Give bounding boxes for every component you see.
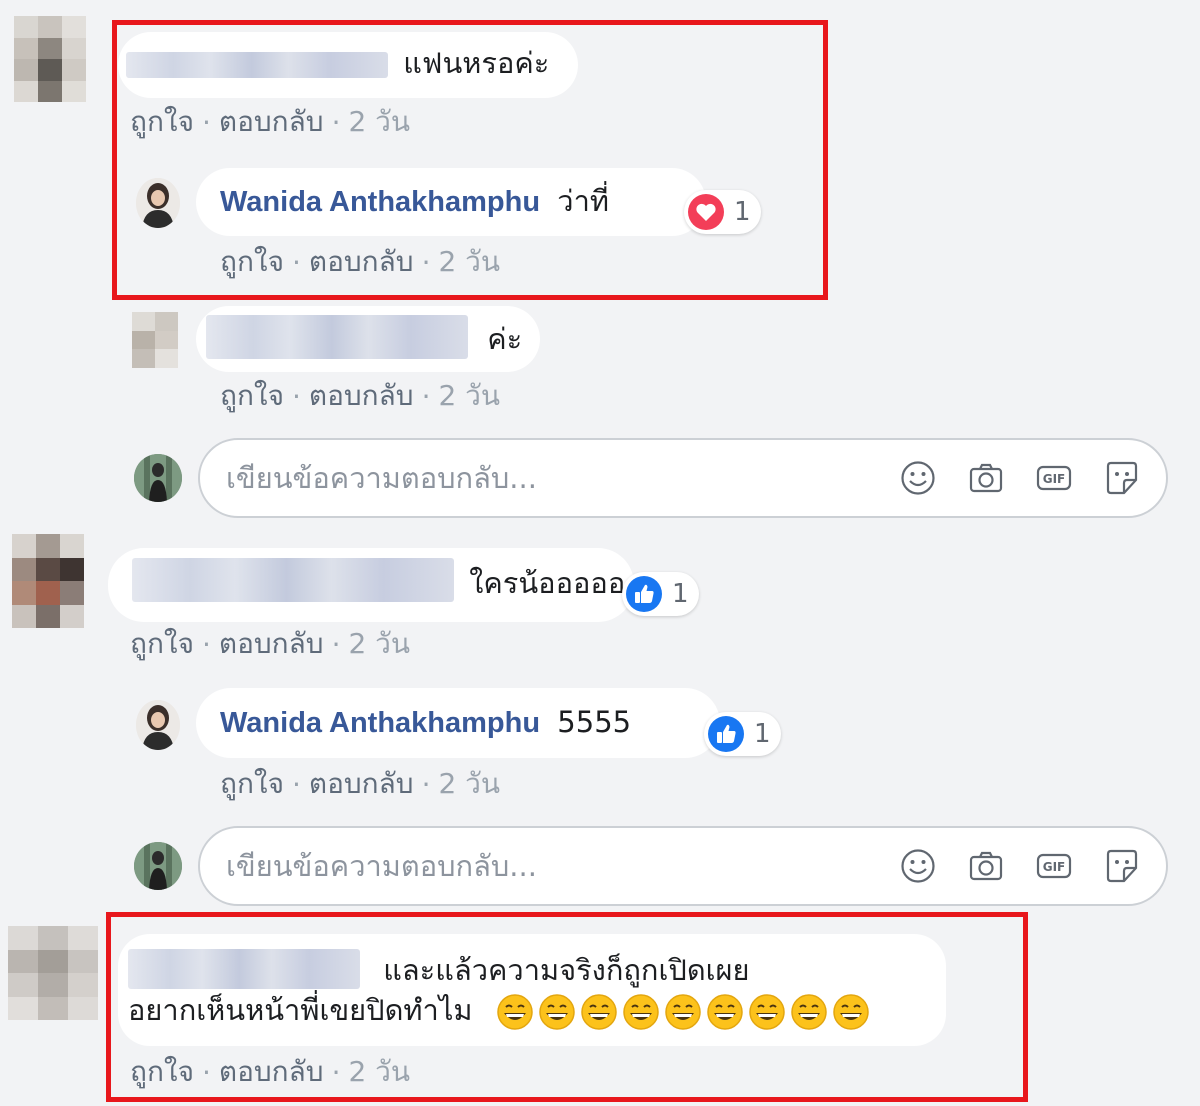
smiley-icon[interactable] — [900, 460, 936, 496]
camera-icon[interactable] — [968, 848, 1004, 884]
current-user-avatar — [134, 454, 182, 502]
svg-text:GIF: GIF — [1043, 472, 1066, 486]
separator-dot: · — [291, 379, 301, 413]
separator-dot: · — [421, 767, 431, 801]
reaction-count[interactable]: 1 — [704, 712, 781, 756]
reply-author-avatar[interactable] — [132, 312, 178, 368]
highlight-box — [106, 912, 1028, 1102]
gif-icon[interactable]: GIF — [1036, 848, 1072, 884]
like-link[interactable]: ถูกใจ — [220, 762, 284, 806]
reply-bubble: ค่ะ — [196, 306, 540, 372]
reaction-count-number: 1 — [754, 719, 771, 749]
commenter-avatar[interactable] — [8, 926, 98, 1020]
commenter-avatar[interactable] — [14, 16, 86, 102]
camera-icon[interactable] — [968, 460, 1004, 496]
reaction-count[interactable]: 1 — [622, 572, 699, 616]
sticker-icon[interactable] — [1104, 460, 1140, 496]
sticker-icon[interactable] — [1104, 848, 1140, 884]
reply-link[interactable]: ตอบกลับ — [219, 622, 324, 666]
timestamp[interactable]: 2 วัน — [438, 374, 500, 418]
reply-link[interactable]: ตอบกลับ — [309, 762, 414, 806]
highlight-box — [112, 20, 828, 300]
reply-actions: ถูกใจ · ตอบกลับ · 2 วัน — [220, 762, 500, 806]
like-link[interactable]: ถูกใจ — [220, 374, 284, 418]
reply-author-avatar[interactable] — [136, 700, 180, 750]
separator-dot: · — [331, 627, 341, 661]
separator-dot: · — [201, 627, 211, 661]
timestamp[interactable]: 2 วัน — [438, 762, 500, 806]
reply-text: ค่ะ — [487, 322, 523, 356]
reply-bubble: Wanida Anthakhamphu 5555 — [196, 688, 720, 758]
reply-input[interactable]: เขียนข้อความตอบกลับ... GIF — [198, 438, 1168, 518]
reply-input[interactable]: เขียนข้อความตอบกลับ... GIF — [198, 826, 1168, 906]
blurred-commenter-name[interactable] — [206, 315, 468, 359]
separator-dot: · — [291, 767, 301, 801]
smiley-icon[interactable] — [900, 848, 936, 884]
commenter-avatar[interactable] — [12, 534, 84, 628]
like-reaction-icon — [708, 716, 744, 752]
like-reaction-icon — [626, 576, 662, 612]
reply-text: 5555 — [557, 705, 632, 739]
reaction-count-number: 1 — [672, 579, 689, 609]
person-photo — [136, 700, 180, 750]
blurred-commenter-name[interactable] — [132, 558, 454, 602]
like-link[interactable]: ถูกใจ — [130, 622, 194, 666]
comment-text: ใครน้อออออ — [469, 566, 626, 600]
current-user-avatar — [134, 842, 182, 890]
reply-actions: ถูกใจ · ตอบกลับ · 2 วัน — [220, 374, 500, 418]
reply-author-name[interactable]: Wanida Anthakhamphu — [220, 707, 540, 739]
reply-input-placeholder: เขียนข้อความตอบกลับ... — [226, 461, 537, 495]
separator-dot: · — [421, 379, 431, 413]
comment-bubble: ใครน้อออออ — [108, 548, 634, 622]
reply-input-placeholder: เขียนข้อความตอบกลับ... — [226, 849, 537, 883]
reply-link[interactable]: ตอบกลับ — [309, 374, 414, 418]
comment-actions: ถูกใจ · ตอบกลับ · 2 วัน — [130, 622, 410, 666]
svg-text:GIF: GIF — [1043, 860, 1066, 874]
gif-icon[interactable]: GIF — [1036, 460, 1072, 496]
timestamp[interactable]: 2 วัน — [348, 622, 410, 666]
